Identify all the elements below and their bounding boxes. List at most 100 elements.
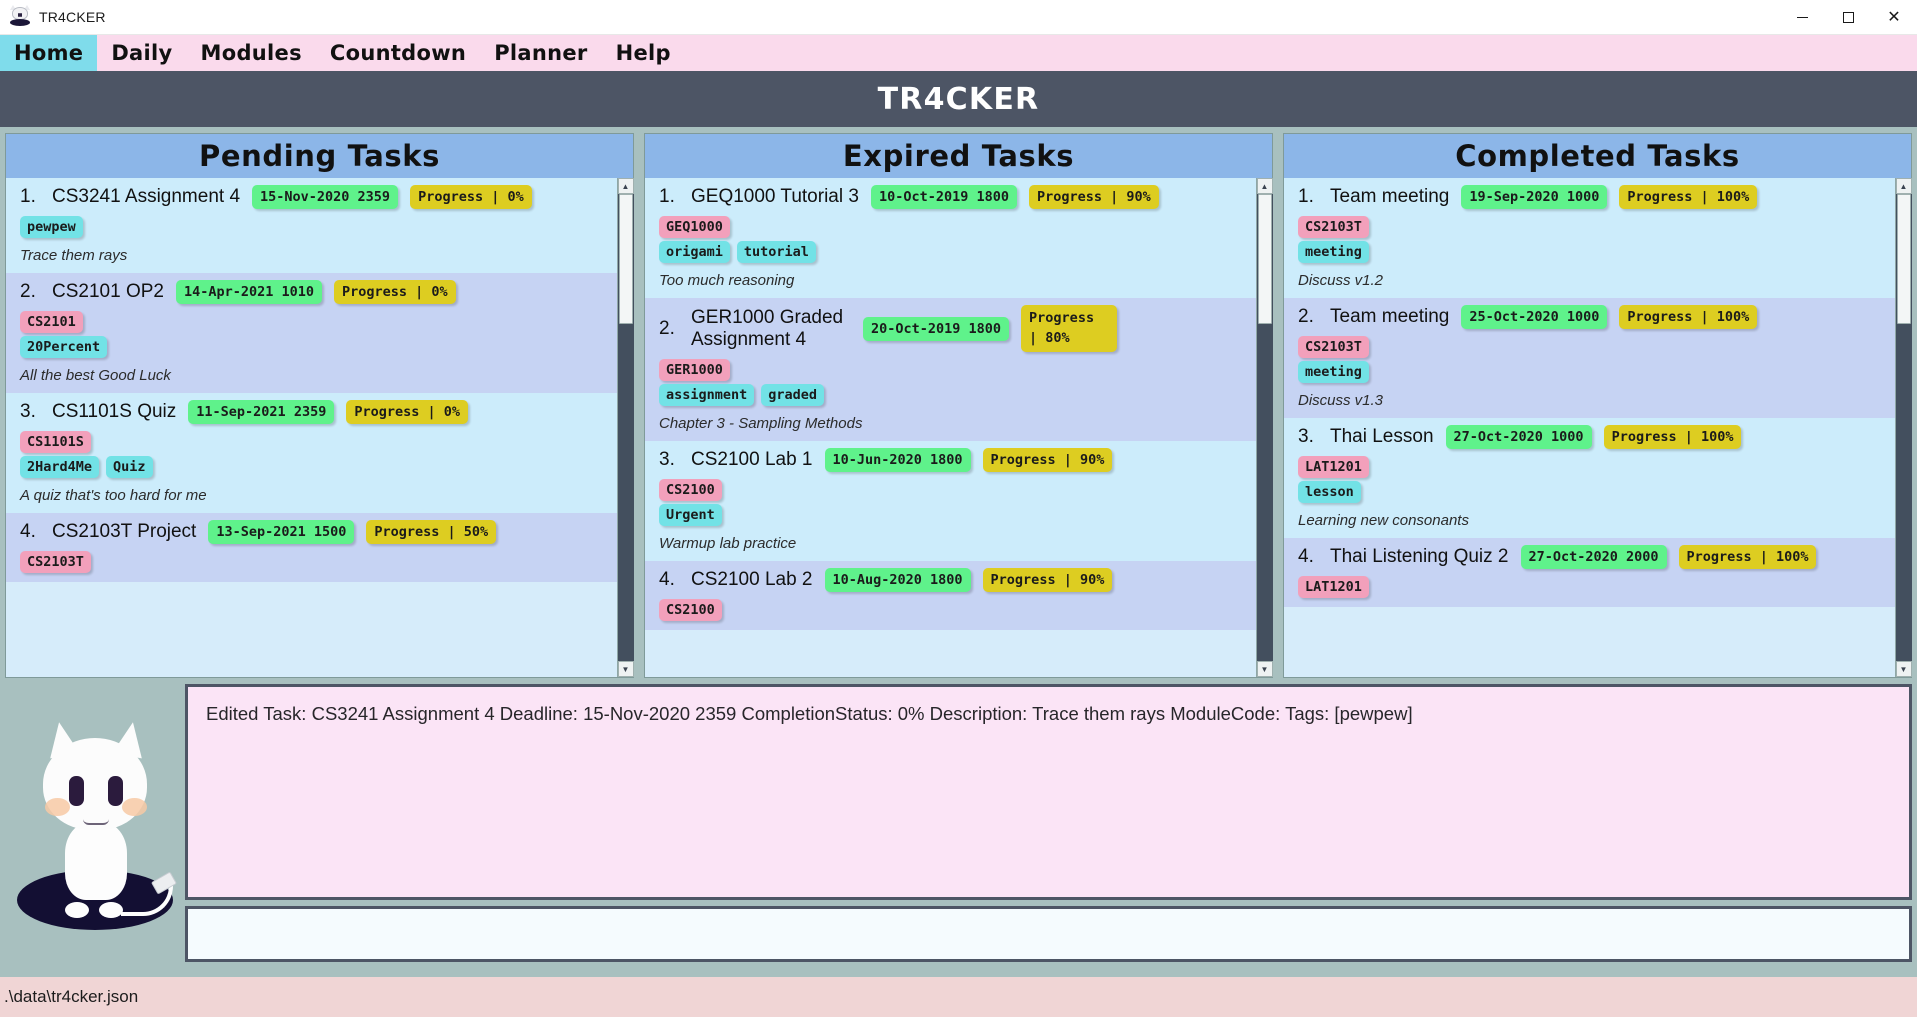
task-deadline-badge: 10-Jun-2020 1800 xyxy=(824,448,971,473)
task-index: 4. xyxy=(659,569,675,591)
task-tag-row: meeting xyxy=(1298,241,1885,263)
window-title: TR4CKER xyxy=(39,9,106,25)
task-description: Discuss v1.3 xyxy=(1298,392,1384,409)
task-deadline-badge: 25-Oct-2020 1000 xyxy=(1461,305,1608,329)
scrollbar-track[interactable] xyxy=(1895,194,1912,661)
column-body-pending: 1. CS3241 Assignment 4 15-Nov-2020 2359 Pro… xyxy=(6,178,633,677)
maximize-icon[interactable] xyxy=(1825,0,1871,35)
task-tag-row: assignment graded xyxy=(659,384,1246,407)
task-list-expired: 1. GEQ1000 Tutorial 3 10-Oct-2019 1800 Prog… xyxy=(645,178,1256,631)
chevron-up-icon[interactable]: ▲ xyxy=(617,178,634,194)
task-description: Discuss v1.2 xyxy=(1298,272,1384,289)
task-card[interactable]: 4. CS2103T Project 13-Sep-2021 1500 Progres… xyxy=(6,513,617,582)
task-card[interactable]: 2. CS2101 OP2 14-Apr-2021 1010 Progress | 0… xyxy=(6,273,617,393)
task-header: 4. CS2100 Lab 2 10-Aug-2020 1800 Progress |… xyxy=(659,568,1246,593)
column-body-expired: 1. GEQ1000 Tutorial 3 10-Oct-2019 1800 Prog… xyxy=(645,178,1272,677)
task-card[interactable]: 1. CS3241 Assignment 4 15-Nov-2020 2359 Pro… xyxy=(6,178,617,273)
task-card[interactable]: 1. GEQ1000 Tutorial 3 10-Oct-2019 1800 Prog… xyxy=(645,178,1256,298)
task-module-tag-row: GEQ1000 xyxy=(659,216,1246,238)
scrollbar-completed[interactable]: ▲ ▼ xyxy=(1895,178,1912,677)
task-index: 2. xyxy=(659,317,675,339)
task-description: A quiz that's too hard for me xyxy=(20,487,207,504)
task-index: 1. xyxy=(659,186,675,207)
task-card[interactable]: 2. GER1000 Graded Assignment 4 20-Oct-2019… xyxy=(645,298,1256,442)
task-header: 1. GEQ1000 Tutorial 3 10-Oct-2019 1800 Prog… xyxy=(659,185,1246,209)
chevron-down-icon[interactable]: ▼ xyxy=(1256,661,1273,677)
close-icon[interactable]: ✕ xyxy=(1871,0,1917,35)
task-header: 4. CS2103T Project 13-Sep-2021 1500 Progres… xyxy=(20,520,607,544)
module-tag: CS1101S xyxy=(20,431,91,453)
scrollbar-thumb[interactable] xyxy=(618,194,633,324)
chevron-down-icon[interactable]: ▼ xyxy=(1895,661,1912,677)
task-tag-row: 2Hard4Me Quiz xyxy=(20,456,607,478)
scrollbar-expired[interactable]: ▲ ▼ xyxy=(1256,178,1273,677)
task-title: CS1101S Quiz xyxy=(52,401,177,422)
task-index: 1. xyxy=(20,186,36,207)
task-tag: pewpew xyxy=(20,216,83,238)
task-card[interactable]: 3. CS2100 Lab 1 10-Jun-2020 1800 Progress |… xyxy=(645,441,1256,562)
column-expired: Expired Tasks 1. GEQ1000 Tutorial 3 10-Oct-… xyxy=(644,133,1273,678)
task-deadline-badge: 19-Sep-2020 1000 xyxy=(1461,185,1608,209)
main-menubar: Home Daily Modules Countdown Planner Help xyxy=(0,35,1917,71)
scrollbar-track[interactable] xyxy=(1256,194,1273,661)
task-module-tag-row: CS2101 xyxy=(20,311,607,333)
task-title: Team meeting xyxy=(1330,306,1450,327)
task-module-tag-row: CS2103T xyxy=(20,551,607,573)
task-card[interactable]: 3. Thai Lesson 27-Oct-2020 1000 Progress | … xyxy=(1284,418,1895,538)
result-display: Edited Task: CS3241 Assignment 4 Deadlin… xyxy=(185,684,1912,900)
chevron-up-icon[interactable]: ▲ xyxy=(1895,178,1912,194)
task-deadline-badge: 11-Sep-2021 2359 xyxy=(188,400,335,424)
menu-item-home[interactable]: Home xyxy=(0,35,98,71)
task-module-tag-row: LAT1201 xyxy=(1298,456,1885,478)
column-body-completed: 1. Team meeting 19-Sep-2020 1000 Progress |… xyxy=(1284,178,1911,677)
task-deadline-badge: 15-Nov-2020 2359 xyxy=(252,185,399,209)
task-title: Team meeting xyxy=(1330,186,1450,207)
task-tag: meeting xyxy=(1298,241,1369,263)
task-tag: assignment xyxy=(659,384,755,407)
task-card[interactable]: 1. Team meeting 19-Sep-2020 1000 Progress |… xyxy=(1284,178,1895,298)
task-deadline-badge: 14-Apr-2021 1010 xyxy=(175,280,323,304)
task-index: 3. xyxy=(20,401,36,422)
task-index: 2. xyxy=(20,281,36,302)
task-progress-badge: Progress | 100% xyxy=(1603,425,1742,449)
menu-item-modules[interactable]: Modules xyxy=(187,35,316,71)
column-title-expired: Expired Tasks xyxy=(645,134,1272,178)
module-tag: CS2101 xyxy=(20,311,83,333)
task-module-tag-row: CS2100 xyxy=(659,479,1246,502)
scrollbar-pending[interactable]: ▲ ▼ xyxy=(617,178,634,677)
task-module-tag-row: GER1000 xyxy=(659,359,1246,382)
task-header: 2. Team meeting 25-Oct-2020 1000 Progress |… xyxy=(1298,305,1885,329)
menu-item-help[interactable]: Help xyxy=(602,35,685,71)
task-list-pending: 1. CS3241 Assignment 4 15-Nov-2020 2359 Pro… xyxy=(6,178,617,582)
task-tag: tutorial xyxy=(736,241,816,263)
task-module-tag-row: LAT1201 xyxy=(1298,576,1885,598)
task-progress-badge: Progress | 90% xyxy=(982,448,1113,473)
module-tag: CS2100 xyxy=(659,599,722,622)
scrollbar-track[interactable] xyxy=(617,194,634,661)
task-progress-badge: Progress | 90% xyxy=(982,568,1113,593)
task-title: CS2100 Lab 2 xyxy=(691,569,813,591)
chevron-up-icon[interactable]: ▲ xyxy=(1256,178,1273,194)
task-index: 4. xyxy=(1298,546,1314,567)
task-tag: Urgent xyxy=(659,504,722,527)
application-window: TR4CKER ✕ Home Daily Modules Countdown Plann… xyxy=(0,0,1917,1017)
scrollbar-thumb[interactable] xyxy=(1257,194,1272,324)
command-input[interactable] xyxy=(185,906,1912,962)
menu-item-countdown[interactable]: Countdown xyxy=(316,35,480,71)
task-card[interactable]: 4. Thai Listening Quiz 2 27-Oct-2020 2000 P… xyxy=(1284,538,1895,607)
menu-item-planner[interactable]: Planner xyxy=(480,35,601,71)
task-card[interactable]: 3. CS1101S Quiz 11-Sep-2021 2359 Progress |… xyxy=(6,393,617,513)
task-title: CS3241 Assignment 4 xyxy=(52,186,241,207)
column-title-pending: Pending Tasks xyxy=(6,134,633,178)
chevron-down-icon[interactable]: ▼ xyxy=(617,661,634,677)
status-bar-path: .\data\tr4cker.json xyxy=(4,987,139,1006)
task-progress-badge: Progress | 0% xyxy=(410,185,532,209)
module-tag: CS2103T xyxy=(20,551,91,573)
menu-item-daily[interactable]: Daily xyxy=(97,35,186,71)
scrollbar-thumb[interactable] xyxy=(1896,194,1911,324)
task-card[interactable]: 2. Team meeting 25-Oct-2020 1000 Progress |… xyxy=(1284,298,1895,418)
bottom-panel: Edited Task: CS3241 Assignment 4 Deadlin… xyxy=(5,684,1912,973)
module-tag: CS2103T xyxy=(1298,216,1369,238)
task-card[interactable]: 4. CS2100 Lab 2 10-Aug-2020 1800 Progress |… xyxy=(645,561,1256,631)
minimize-icon[interactable] xyxy=(1779,0,1825,35)
